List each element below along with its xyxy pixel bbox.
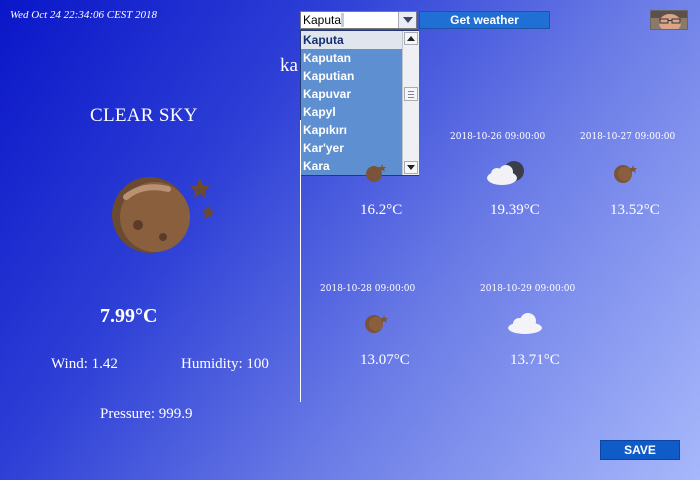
datetime-label: Wed Oct 24 22:34:06 CEST 2018 — [10, 9, 157, 21]
city-input-value[interactable]: Kaputa — [301, 13, 398, 27]
suggestion-item[interactable]: Kaputian — [301, 67, 403, 85]
moon-icon — [364, 312, 388, 339]
moon-icon — [613, 162, 637, 189]
suggestions-scrollbar[interactable] — [402, 31, 419, 175]
grip-line — [408, 97, 414, 98]
panel-divider — [300, 120, 301, 402]
suggestion-item[interactable]: Kar'yer — [301, 139, 403, 157]
scroll-up-icon[interactable] — [404, 32, 418, 45]
current-condition: CLEAR SKY — [90, 105, 198, 126]
forecast-date: 2018-10-29 09:00:00 — [480, 284, 576, 294]
forecast-temp: 19.39°C — [490, 202, 540, 218]
typed-city-text: ka — [280, 55, 298, 76]
cloud-moon-icon — [484, 160, 530, 191]
city-input-text: Kaputa — [303, 13, 342, 27]
scroll-thumb[interactable] — [404, 87, 418, 101]
humidity-value: Humidity: 100 — [181, 356, 269, 372]
text-cursor — [341, 13, 345, 27]
moon-stars-icon — [108, 175, 220, 270]
forecast-temp: 13.71°C — [510, 352, 560, 368]
forecast-date: 2018-10-27 09:00:00 — [580, 132, 676, 142]
get-weather-button[interactable]: Get weather — [419, 11, 550, 29]
forecast-date: 2018-10-28 09:00:00 — [320, 284, 416, 294]
forecast-date: 2018-10-26 09:00:00 — [450, 132, 546, 142]
chevron-down-icon[interactable] — [398, 12, 416, 28]
forecast-temp: 16.2°C — [360, 202, 403, 218]
forecast-temp: 13.52°C — [610, 202, 660, 218]
city-combobox[interactable]: Kaputa — [300, 11, 417, 29]
suggestion-item[interactable]: Kara — [301, 157, 403, 175]
suggestion-item[interactable]: Kapuvar — [301, 85, 403, 103]
moon-icon — [364, 162, 386, 187]
suggestion-item[interactable]: Kapıkırı — [301, 121, 403, 139]
grip-line — [408, 94, 414, 95]
forecast-temp: 13.07°C — [360, 352, 410, 368]
suggestion-item[interactable]: Kaputan — [301, 49, 403, 67]
grip-line — [408, 91, 414, 92]
suggestion-item[interactable]: Kapyl — [301, 103, 403, 121]
wind-value: Wind: 1.42 — [51, 356, 118, 372]
current-temperature: 7.99°C — [100, 305, 158, 327]
cloud-icon — [506, 312, 544, 339]
scroll-down-icon[interactable] — [404, 161, 418, 174]
save-button[interactable]: SAVE — [600, 440, 680, 460]
pressure-value: Pressure: 999.9 — [100, 406, 193, 422]
user-avatar[interactable] — [650, 10, 688, 30]
suggestion-item[interactable]: Kaputa — [301, 31, 403, 49]
